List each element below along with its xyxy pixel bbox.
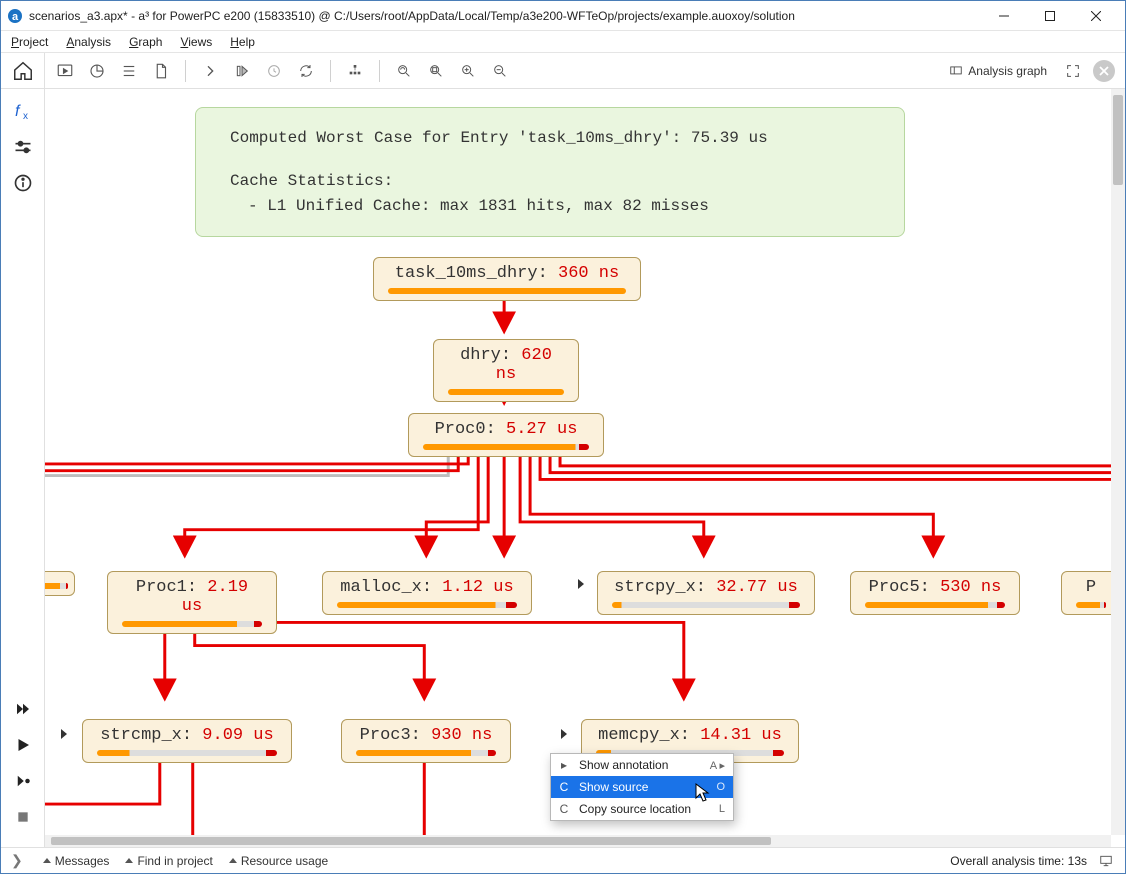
toolbar: Analysis graph	[1, 53, 1125, 89]
status-analysis-time: Overall analysis time: 13s	[950, 854, 1087, 868]
menu-project[interactable]: Project	[9, 33, 50, 51]
clock-icon[interactable]	[260, 57, 288, 85]
status-messages[interactable]: Messages	[43, 854, 110, 868]
titlebar: a scenarios_a3.apx* - a³ for PowerPC e20…	[1, 1, 1125, 31]
zoom-out-icon[interactable]	[486, 57, 514, 85]
maximize-button[interactable]	[1027, 1, 1073, 31]
status-find[interactable]: Find in project	[125, 854, 212, 868]
menubar: Project Analysis Graph Views Help	[1, 31, 1125, 53]
run-icon[interactable]	[51, 57, 79, 85]
expand-caret-icon-2[interactable]	[61, 729, 67, 739]
svg-text:x: x	[23, 111, 28, 122]
side-rail: fx	[1, 89, 45, 847]
chevron-right-icon[interactable]	[196, 57, 224, 85]
node-strcmpx[interactable]: strcmp_x: 9.09 us	[82, 719, 292, 763]
zoom-reset-icon[interactable]	[390, 57, 418, 85]
svg-text:a: a	[12, 11, 19, 23]
node-dhry[interactable]: dhry: 620 ns	[433, 339, 579, 402]
expand-caret-icon[interactable]	[578, 579, 584, 589]
close-panel-icon[interactable]	[1093, 60, 1115, 82]
fullscreen-icon[interactable]	[1059, 57, 1087, 85]
statusbar: ❯ Messages Find in project Resource usag…	[1, 847, 1125, 873]
svg-text:f: f	[15, 103, 21, 120]
node-proc5[interactable]: Proc5: 530 ns	[850, 571, 1020, 615]
zoom-in-icon[interactable]	[454, 57, 482, 85]
node-strcpyx[interactable]: strcpy_x: 32.77 us	[597, 571, 815, 615]
rail-step-end-icon[interactable]	[7, 765, 39, 797]
node-proc1[interactable]: Proc1: 2.19 us	[107, 571, 277, 634]
node-cut-right[interactable]: P	[1061, 571, 1111, 615]
node-proc0[interactable]: Proc0: 5.27 us	[408, 413, 604, 457]
vertical-scrollbar[interactable]	[1111, 89, 1125, 835]
summary-prefix: Computed Worst Case for Entry '	[230, 129, 528, 147]
menu-views[interactable]: Views	[178, 33, 214, 51]
step-icon[interactable]	[228, 57, 256, 85]
node-mallocx[interactable]: malloc_x: 1.12 us	[322, 571, 532, 615]
rail-info-icon[interactable]	[7, 167, 39, 199]
zoom-fit-icon[interactable]	[422, 57, 450, 85]
menu-help[interactable]: Help	[228, 33, 257, 51]
menu-graph[interactable]: Graph	[127, 33, 164, 51]
doc-icon[interactable]	[147, 57, 175, 85]
graph-canvas[interactable]: Computed Worst Case for Entry 'task_10ms…	[45, 89, 1125, 847]
node-proc3[interactable]: Proc3: 930 ns	[341, 719, 511, 763]
rail-sliders-icon[interactable]	[7, 131, 39, 163]
mouse-cursor-icon	[695, 783, 711, 806]
minimize-button[interactable]	[981, 1, 1027, 31]
list-icon[interactable]	[115, 57, 143, 85]
summary-stats-title: Cache Statistics:	[230, 169, 870, 194]
status-expand-icon[interactable]: ❯	[11, 852, 27, 869]
app-icon: a	[7, 8, 23, 24]
status-monitor-icon[interactable]	[1097, 852, 1115, 870]
close-button[interactable]	[1073, 1, 1119, 31]
panel-title[interactable]: Analysis graph	[943, 61, 1053, 81]
summary-value: 75.39 us	[691, 129, 768, 147]
refresh-icon[interactable]	[292, 57, 320, 85]
status-resource[interactable]: Resource usage	[229, 854, 328, 868]
summary-stats-line: - L1 Unified Cache: max 1831 hits, max 8…	[230, 194, 870, 219]
rail-fastforward-icon[interactable]	[7, 693, 39, 725]
rail-stop-icon[interactable]	[7, 801, 39, 833]
horizontal-scrollbar[interactable]	[45, 835, 1111, 847]
result-summary: Computed Worst Case for Entry 'task_10ms…	[195, 107, 905, 237]
tree-icon[interactable]	[341, 57, 369, 85]
summary-suffix: ':	[662, 129, 691, 147]
rail-fx-icon[interactable]: fx	[7, 95, 39, 127]
window-title: scenarios_a3.apx* - a³ for PowerPC e200 …	[29, 9, 981, 23]
panel-title-label: Analysis graph	[968, 64, 1047, 78]
side-home-icon[interactable]	[1, 53, 45, 88]
summary-entry: task_10ms_dhry	[528, 129, 662, 147]
pie-icon[interactable]	[83, 57, 111, 85]
ctx-show-annotation[interactable]: ▸Show annotationA ▸	[551, 754, 733, 776]
main-area: fx	[1, 89, 1125, 847]
node-cut-left[interactable]	[45, 571, 75, 596]
expand-caret-icon-3[interactable]	[561, 729, 567, 739]
node-task10ms[interactable]: task_10ms_dhry: 360 ns	[373, 257, 641, 301]
rail-play-icon[interactable]	[7, 729, 39, 761]
menu-analysis[interactable]: Analysis	[64, 33, 113, 51]
